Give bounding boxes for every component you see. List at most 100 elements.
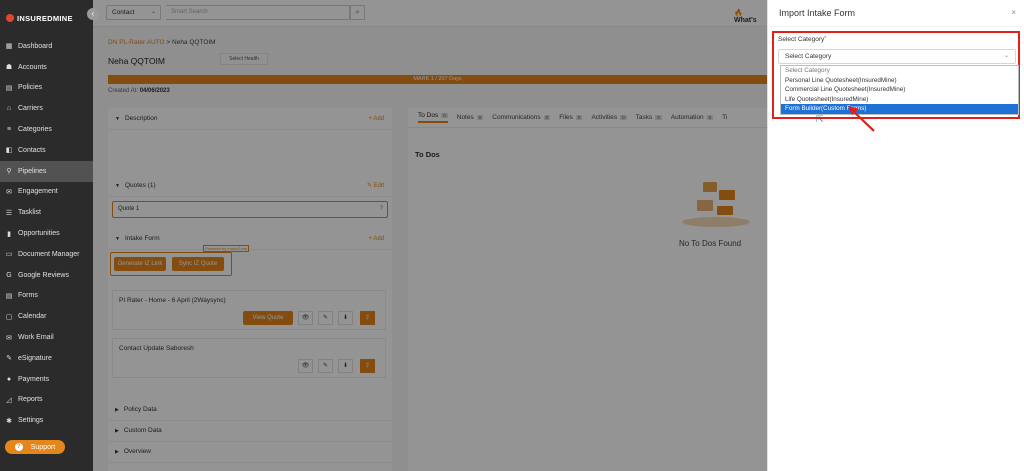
tab-count-badge: 0 xyxy=(543,115,551,120)
sidebar-item-label: Policies xyxy=(18,84,43,92)
created-label: Created At: xyxy=(108,88,139,94)
tab-to-dos[interactable]: To Dos 0 xyxy=(418,112,448,123)
caret-right-icon: ▶ xyxy=(115,448,119,455)
logo-icon xyxy=(6,14,14,22)
tab-count-badge: 0 xyxy=(706,115,714,120)
import-icon[interactable]: ⇪ xyxy=(360,311,375,325)
category-option[interactable]: Commercial Line Quotesheet(InsuredMine) xyxy=(781,85,1018,95)
overview-section-header[interactable]: ▶ Overview xyxy=(108,441,392,463)
tab-count-badge: 0 xyxy=(575,115,583,120)
view-quote-button[interactable]: View Quote xyxy=(243,311,293,325)
sidebar-item-opportunities[interactable]: ▮ Opportunities xyxy=(0,223,93,244)
intake-form-section-header[interactable]: ▼ Intake Form + Add xyxy=(108,228,392,250)
sidebar-nav: ▦ Dashboard ☗ Accounts ▤ Policies ⌂ Carriers ≡ Ca… xyxy=(0,36,93,431)
custom-data-title: Custom Data xyxy=(123,427,162,434)
search-input[interactable]: Smart Search xyxy=(166,5,350,20)
sidebar-item-label: Dashboard xyxy=(18,42,53,50)
quote-item[interactable]: Quote 1 ? xyxy=(112,201,388,218)
edit-icon[interactable]: ✎ xyxy=(318,359,333,373)
download-icon[interactable]: ⬇ xyxy=(338,359,353,373)
intake-form-card-title: Contact Update Saboresh xyxy=(119,345,194,352)
intake-form-card: Contact Update Saboresh 👁 ✎ ⬇ ⇪ xyxy=(112,338,386,378)
sidebar-item-forms[interactable]: ▤ Forms xyxy=(0,286,93,307)
edit-quotes-button[interactable]: ✎ Edit xyxy=(367,182,384,189)
category-select[interactable]: Select Category ⌄ xyxy=(778,49,1016,64)
add-intake-form-button[interactable]: + Add xyxy=(368,236,384,242)
sidebar-item-document-manager[interactable]: ▭ Document Manager xyxy=(0,244,93,265)
required-marker: * xyxy=(824,36,827,42)
sidebar-item-icon: ▤ xyxy=(5,292,13,300)
search-scope-select[interactable]: Contact ⌄ xyxy=(106,5,161,20)
policy-data-title: Policy Data xyxy=(123,406,157,413)
sidebar-item-label: Pipelines xyxy=(18,167,47,175)
collapse-sidebar-icon[interactable]: ‹ xyxy=(87,8,99,20)
health-select[interactable]: Select Health xyxy=(220,53,268,65)
chevron-down-icon: ⌄ xyxy=(1003,53,1009,59)
sidebar-item-esignature[interactable]: ✎ eSignature xyxy=(0,348,93,369)
tab-label: Tasks xyxy=(635,114,653,121)
tab-tasks[interactable]: Tasks 0 xyxy=(636,114,662,121)
caret-down-icon: ▼ xyxy=(115,235,120,242)
modal-divider xyxy=(768,26,1024,27)
description-section-header[interactable]: ▼ Description + Add xyxy=(108,108,392,130)
sidebar-item-contacts[interactable]: ◧ Contacts xyxy=(0,140,93,161)
category-select-value: Select Category xyxy=(785,53,832,60)
sidebar-item-calendar[interactable]: ▢ Calendar xyxy=(0,306,93,327)
tab-files[interactable]: Files 0 xyxy=(559,114,583,121)
brand-name: INSUREDMINE xyxy=(17,13,73,23)
sidebar-item-work-email[interactable]: ✉ Work Email xyxy=(0,327,93,348)
category-option[interactable]: Personal Line Quotesheet(InsuredMine) xyxy=(781,76,1018,86)
help-icon[interactable]: ? xyxy=(380,202,383,217)
tab-communications[interactable]: Communications 0 xyxy=(492,114,551,121)
sidebar-item-google-reviews[interactable]: G Google Reviews xyxy=(0,265,93,286)
close-icon[interactable]: × xyxy=(1011,8,1016,17)
tab-ti[interactable]: Ti xyxy=(722,114,727,121)
whats-new-link[interactable]: 🔥What's xyxy=(734,9,767,24)
tab-activities[interactable]: Activities 0 xyxy=(591,114,627,121)
breadcrumb: DN PL-Rater AUTO > Neha QQTOIM xyxy=(108,39,216,46)
policy-data-section-header[interactable]: ▶ Policy Data xyxy=(108,399,392,421)
sidebar-item-engagement[interactable]: ✉ Engagement xyxy=(0,182,93,203)
tab-label: Ti xyxy=(722,114,728,121)
sidebar-item-reports[interactable]: ◿ Reports xyxy=(0,390,93,411)
sidebar-item-dashboard[interactable]: ▦ Dashboard xyxy=(0,36,93,57)
tab-label: Files xyxy=(559,114,573,121)
sync-iz-quote-button[interactable]: Sync IZ Quote xyxy=(172,257,224,271)
add-description-button[interactable]: + Add xyxy=(368,116,384,122)
custom-data-section-header[interactable]: ▶ Custom Data xyxy=(108,420,392,442)
search-icon[interactable]: ⌕ xyxy=(350,5,365,20)
sidebar-item-policies[interactable]: ▤ Policies xyxy=(0,78,93,99)
generate-iz-link-button[interactable]: Generate IZ Link xyxy=(114,257,166,271)
sidebar-item-payments[interactable]: ● Payments xyxy=(0,369,93,390)
view-icon[interactable]: 👁 xyxy=(298,359,313,373)
sidebar-item-settings[interactable]: ✱ Settings xyxy=(0,410,93,431)
edit-icon[interactable]: ✎ xyxy=(318,311,333,325)
download-icon[interactable]: ⬇ xyxy=(338,311,353,325)
tab-notes[interactable]: Notes 0 xyxy=(457,114,484,121)
stage-progress-bar[interactable]: MARK 1 / 207 Days xyxy=(108,75,767,84)
category-option[interactable]: Life Quotesheet(InsuredMine) xyxy=(781,95,1018,105)
tab-label: Activities xyxy=(591,114,618,121)
sidebar-item-icon: ☗ xyxy=(5,64,13,72)
sidebar-item-tasklist[interactable]: ☰ Tasklist xyxy=(0,202,93,223)
category-option[interactable]: Form Builder(Custom Forms) xyxy=(781,104,1018,114)
quotes-section-header[interactable]: ▼ Quotes (1) ✎ Edit xyxy=(108,175,392,197)
brand-logo[interactable]: INSUREDMINE xyxy=(0,0,93,36)
sidebar-item-icon: ◿ xyxy=(6,396,12,404)
tab-automation[interactable]: Automation 0 xyxy=(671,114,714,121)
sidebar-item-label: Calendar xyxy=(18,313,47,321)
category-option[interactable]: Select Category xyxy=(781,66,1018,76)
sidebar-item-accounts[interactable]: ☗ Accounts xyxy=(0,57,93,78)
tab-count-badge: 0 xyxy=(441,113,448,118)
caret-right-icon: ▶ xyxy=(115,406,119,413)
sidebar-item-label: Payments xyxy=(18,375,50,383)
caret-down-icon: ▼ xyxy=(115,115,120,122)
tab-label: To Dos xyxy=(418,112,439,119)
sidebar-item-pipelines[interactable]: ⚲ Pipelines xyxy=(0,160,93,182)
import-icon[interactable]: ⇪ xyxy=(360,359,375,373)
breadcrumb-link[interactable]: DN PL-Rater AUTO xyxy=(108,39,165,46)
view-icon[interactable]: 👁 xyxy=(298,311,313,325)
support-button[interactable]: ? Support xyxy=(5,440,65,454)
sidebar-item-categories[interactable]: ≡ Categories xyxy=(0,119,93,140)
sidebar-item-carriers[interactable]: ⌂ Carriers xyxy=(0,98,93,119)
